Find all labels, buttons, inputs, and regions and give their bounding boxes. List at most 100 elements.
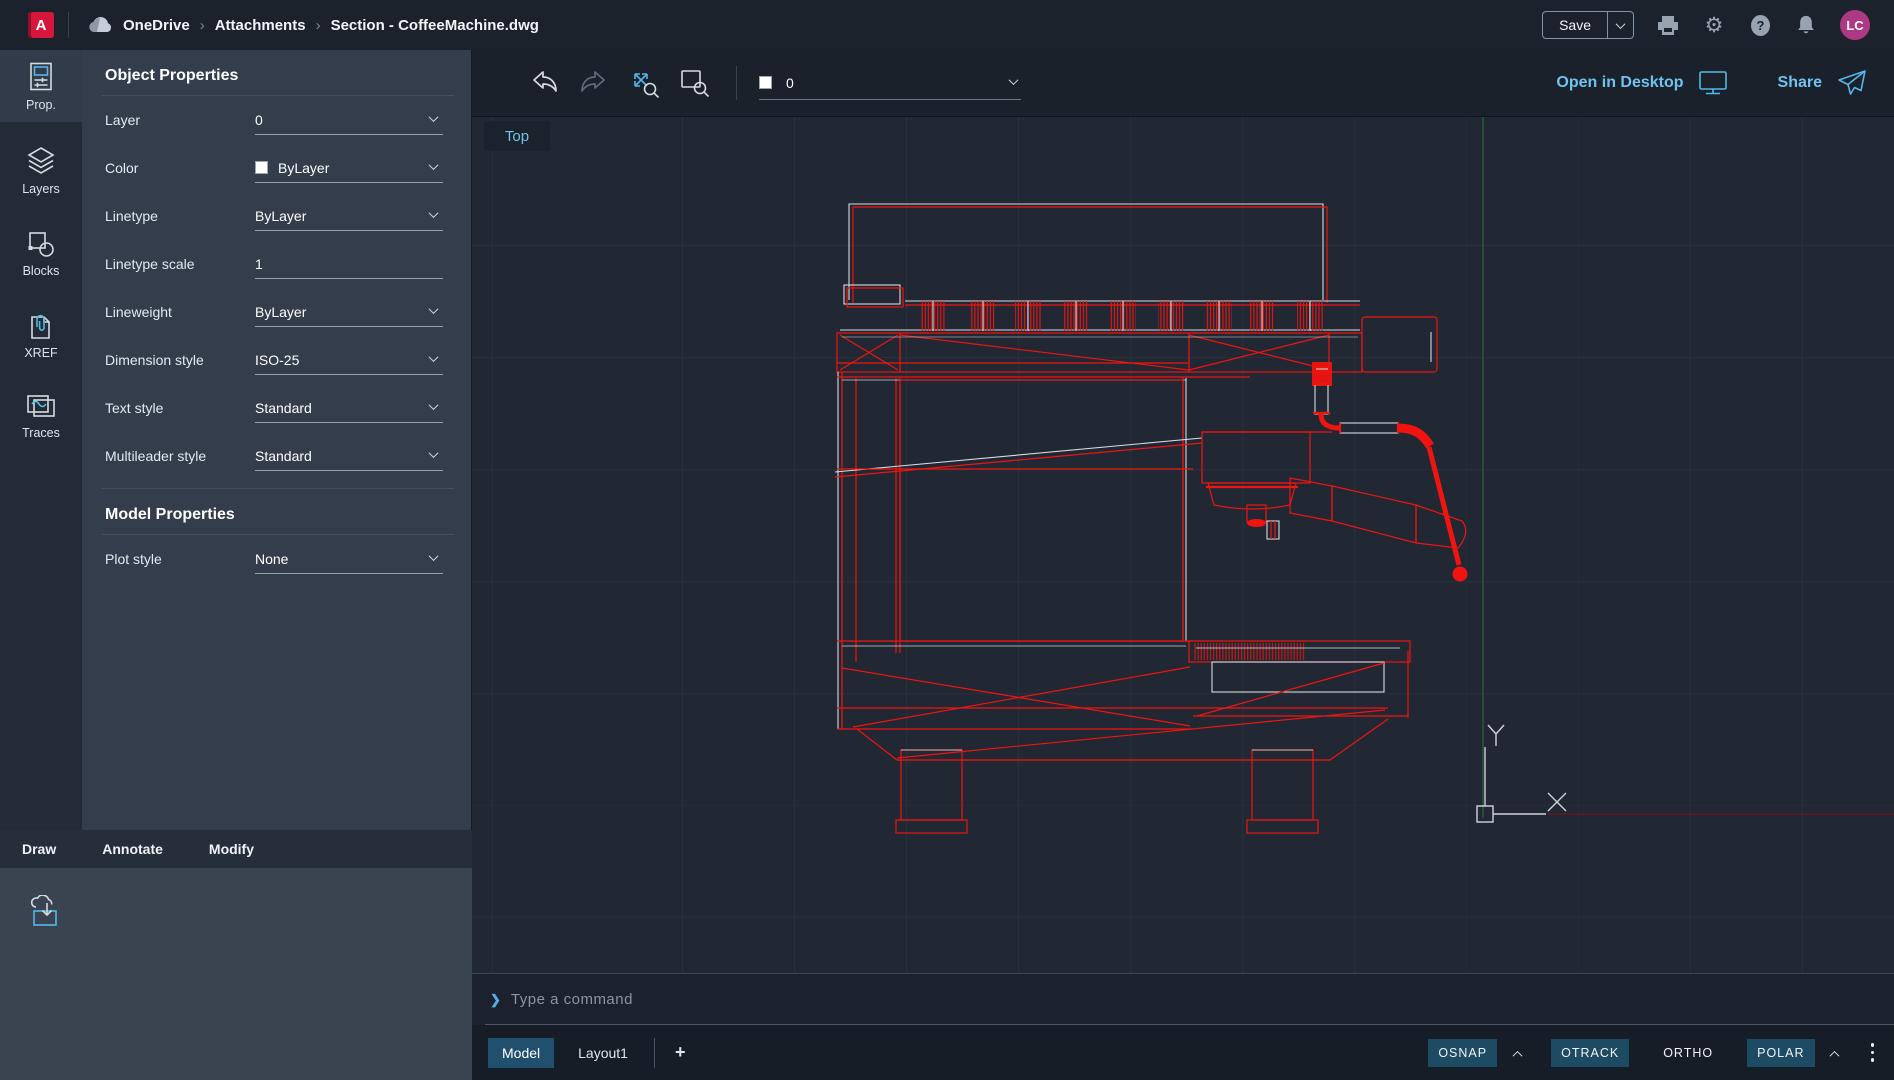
breadcrumb-drive[interactable]: OneDrive — [123, 17, 190, 34]
redo-button[interactable] — [574, 63, 614, 103]
help-icon: ? — [1749, 14, 1772, 37]
gear-icon: ⚙ — [1705, 15, 1724, 36]
chevron-down-icon — [1009, 75, 1019, 85]
tab-annotate[interactable]: Annotate — [102, 841, 163, 857]
chevron-up-icon — [1830, 1051, 1840, 1061]
steam-wand — [1313, 384, 1468, 582]
osnap-options-button[interactable] — [1507, 1041, 1527, 1069]
undo-button[interactable] — [524, 63, 564, 103]
property-row-linetype: Linetype ByLayer — [82, 192, 471, 240]
property-row-multileader-style: Multileader style Standard — [82, 432, 471, 480]
save-split-button: Save — [1542, 11, 1634, 39]
zoom-extents-icon — [626, 65, 662, 101]
breadcrumb: OneDrive › Attachments › Section - Coffe… — [87, 16, 539, 34]
undo-icon — [527, 68, 561, 98]
tab-draw[interactable]: Draw — [22, 841, 56, 857]
tab-modify[interactable]: Modify — [209, 841, 254, 857]
chevron-down-icon — [429, 304, 439, 314]
multileader-style-select[interactable]: Standard — [255, 441, 443, 471]
model-canvas[interactable]: Top — [472, 117, 1894, 973]
save-dropdown-button[interactable] — [1607, 12, 1633, 38]
sidebar-item-blocks[interactable]: Blocks — [0, 218, 82, 288]
rail-label: Traces — [22, 426, 60, 440]
property-label: Multileader style — [105, 448, 255, 464]
toolbar-divider — [736, 66, 737, 100]
property-row-linetype-scale: Linetype scale 1 — [82, 240, 471, 288]
chevron-down-icon — [429, 448, 439, 458]
dimension-style-select[interactable]: ISO-25 — [255, 345, 443, 375]
bell-icon — [1795, 13, 1817, 37]
left-icon-rail: Prop. Layers Blocks XREF — [0, 50, 82, 830]
insert-block-from-cloud-button[interactable] — [24, 892, 64, 932]
share-button[interactable]: Share — [1778, 74, 1822, 92]
avatar[interactable]: LC — [1840, 10, 1870, 40]
autocad-logo[interactable]: A — [28, 12, 54, 38]
color-swatch — [255, 161, 268, 174]
coffee-machine-section-drawing[interactable]: X Y — [472, 117, 1894, 973]
chevron-down-icon — [429, 400, 439, 410]
toggle-ortho[interactable]: ORTHO — [1653, 1039, 1723, 1067]
property-label: Color — [105, 160, 255, 176]
traces-icon — [26, 394, 56, 420]
color-select[interactable]: ByLayer — [255, 153, 443, 183]
topbar: A OneDrive › Attachments › Section - Cof… — [0, 0, 1894, 50]
tab-model[interactable]: Model — [488, 1038, 554, 1068]
rail-label: XREF — [24, 346, 57, 360]
command-line[interactable]: ❯ Type a command — [472, 973, 1894, 1025]
breadcrumb-file: Section - CoffeeMachine.dwg — [331, 17, 539, 34]
property-row-layer: Layer 0 — [82, 96, 471, 144]
workspace: 0 Open in Desktop Share Top — [472, 50, 1894, 1080]
autocad-web-app: A OneDrive › Attachments › Section - Cof… — [0, 0, 1894, 1080]
canvas-toolbar: 0 Open in Desktop Share — [472, 50, 1894, 117]
open-in-desktop-button[interactable]: Open in Desktop — [1556, 74, 1683, 92]
base-skirt-and-feet — [837, 708, 1388, 833]
polar-options-button[interactable] — [1825, 1041, 1845, 1069]
zoom-extents-button[interactable] — [624, 63, 664, 103]
brace-diagonals — [835, 438, 1202, 477]
lineweight-select[interactable]: ByLayer — [255, 297, 443, 327]
settings-button[interactable]: ⚙ — [1702, 13, 1726, 37]
layer-select[interactable]: 0 — [255, 105, 443, 135]
linetype-scale-input[interactable]: 1 — [255, 249, 443, 279]
chevron-down-icon — [429, 352, 439, 362]
cloud-insert-icon — [26, 895, 62, 929]
chevron-down-icon — [429, 160, 439, 170]
steam-knob — [1312, 317, 1437, 386]
sidebar-item-properties[interactable]: Prop. — [0, 50, 82, 122]
toggle-otrack[interactable]: OTRACK — [1551, 1039, 1629, 1067]
property-label: Layer — [105, 112, 255, 128]
object-properties-title: Object Properties — [82, 50, 471, 95]
current-layer-dropdown[interactable]: 0 — [759, 66, 1021, 100]
toggle-polar[interactable]: POLAR — [1747, 1039, 1814, 1067]
sidebar-item-layers[interactable]: Layers — [0, 134, 82, 206]
command-prompt-icon: ❯ — [490, 992, 501, 1008]
machine-top-deck — [837, 301, 1362, 372]
add-layout-button[interactable]: + — [667, 1042, 694, 1063]
plot-style-select[interactable]: None — [255, 544, 443, 574]
property-row-plot-style: Plot style None — [82, 535, 471, 583]
printer-icon — [1656, 13, 1680, 37]
print-button[interactable] — [1656, 13, 1680, 37]
property-row-lineweight: Lineweight ByLayer — [82, 288, 471, 336]
text-style-select[interactable]: Standard — [255, 393, 443, 423]
property-label: Linetype scale — [105, 256, 255, 272]
notifications-button[interactable] — [1794, 13, 1818, 37]
status-overflow-menu[interactable] — [1865, 1039, 1881, 1066]
help-button[interactable]: ? — [1748, 13, 1772, 37]
toggle-osnap[interactable]: OSNAP — [1428, 1039, 1497, 1067]
linetype-select[interactable]: ByLayer — [255, 201, 443, 231]
tab-layout1[interactable]: Layout1 — [564, 1038, 642, 1068]
logo-letter: A — [36, 17, 47, 34]
sidebar-item-xref[interactable]: XREF — [0, 300, 82, 370]
chevron-down-icon — [429, 112, 439, 122]
rail-label: Layers — [22, 182, 60, 196]
drafting-toggles: OSNAP OTRACK ORTHO POLAR — [1428, 1037, 1880, 1069]
zoom-window-button[interactable] — [674, 63, 714, 103]
layer-dropdown-value: 0 — [786, 75, 794, 91]
sidebar-item-traces[interactable]: Traces — [0, 382, 82, 450]
properties-panel-icon — [27, 62, 55, 92]
breadcrumb-folder[interactable]: Attachments — [215, 17, 306, 34]
save-button[interactable]: Save — [1543, 12, 1607, 38]
redo-icon — [577, 68, 611, 98]
machine-body — [837, 363, 1250, 729]
